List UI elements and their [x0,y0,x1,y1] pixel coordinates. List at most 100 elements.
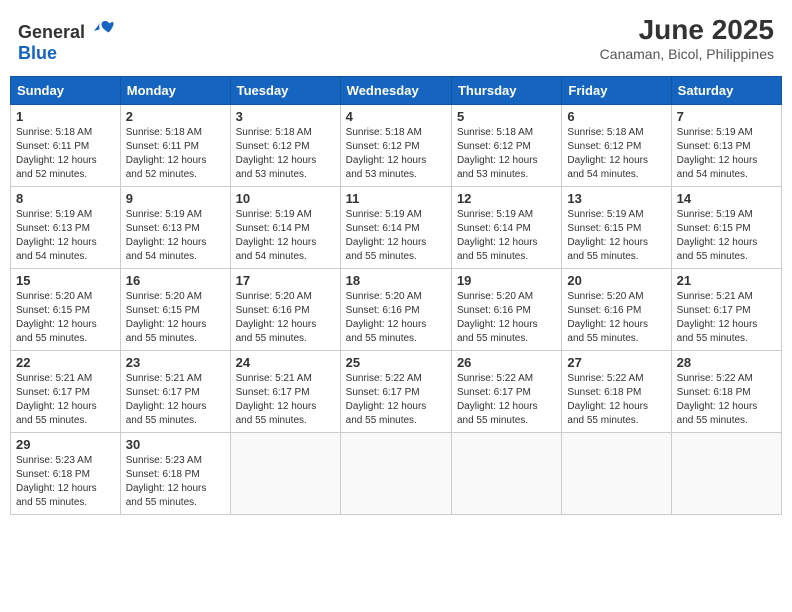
weekday-monday: Monday [120,77,230,105]
day-info: Sunrise: 5:22 AMSunset: 6:18 PMDaylight:… [677,372,776,428]
day-info: Sunrise: 5:18 AMSunset: 6:12 PMDaylight:… [346,126,446,182]
calendar-cell [340,433,451,515]
calendar-cell: 15 Sunrise: 5:20 AMSunset: 6:15 PMDayligh… [11,269,121,351]
day-number: 29 [16,437,115,452]
day-number: 17 [236,273,335,288]
day-number: 10 [236,191,335,206]
logo-text: General Blue [18,14,116,64]
day-info: Sunrise: 5:19 AMSunset: 6:14 PMDaylight:… [346,208,446,264]
weekday-sunday: Sunday [11,77,121,105]
day-number: 27 [567,355,665,370]
day-number: 3 [236,109,335,124]
calendar-cell: 4Sunrise: 5:18 AMSunset: 6:12 PMDaylight… [340,105,451,187]
day-info: Sunrise: 5:22 AMSunset: 6:17 PMDaylight:… [346,372,446,428]
calendar-cell: 30 Sunrise: 5:23 AMSunset: 6:18 PMDayligh… [120,433,230,515]
day-number: 5 [457,109,556,124]
day-info: Sunrise: 5:23 AMSunset: 6:18 PMDaylight:… [16,454,115,510]
day-info: Sunrise: 5:19 AMSunset: 6:13 PMDaylight:… [16,208,115,264]
page-header: General Blue June 2025 Canaman, Bicol, P… [10,10,782,68]
logo: General Blue [18,14,116,64]
day-info: Sunrise: 5:20 AMSunset: 6:16 PMDaylight:… [567,290,665,346]
day-number: 1 [16,109,115,124]
calendar-cell: 29 Sunrise: 5:23 AMSunset: 6:18 PMDayligh… [11,433,121,515]
calendar-cell: 24 Sunrise: 5:21 AMSunset: 6:17 PMDayligh… [230,351,340,433]
day-number: 26 [457,355,556,370]
logo-blue: Blue [18,43,57,63]
calendar-cell: 20 Sunrise: 5:20 AMSunset: 6:16 PMDayligh… [562,269,671,351]
day-number: 13 [567,191,665,206]
month-title: June 2025 [600,14,774,46]
day-number: 19 [457,273,556,288]
week-row-5: 29 Sunrise: 5:23 AMSunset: 6:18 PMDayligh… [11,433,782,515]
day-number: 9 [126,191,225,206]
weekday-thursday: Thursday [451,77,561,105]
calendar-cell: 7Sunrise: 5:19 AMSunset: 6:13 PMDaylight… [671,105,781,187]
day-info: Sunrise: 5:23 AMSunset: 6:18 PMDaylight:… [126,454,225,510]
day-number: 30 [126,437,225,452]
day-number: 2 [126,109,225,124]
calendar-cell: 6 Sunrise: 5:18 AMSunset: 6:12 PMDaylight… [562,105,671,187]
calendar-cell [230,433,340,515]
calendar-body: 1 Sunrise: 5:18 AMSunset: 6:11 PMDaylight… [11,105,782,515]
calendar-cell: 23Sunrise: 5:21 AMSunset: 6:17 PMDayligh… [120,351,230,433]
calendar-cell: 28 Sunrise: 5:22 AMSunset: 6:18 PMDayligh… [671,351,781,433]
day-info: Sunrise: 5:22 AMSunset: 6:17 PMDaylight:… [457,372,556,428]
day-number: 21 [677,273,776,288]
calendar-cell: 14 Sunrise: 5:19 AMSunset: 6:15 PMDayligh… [671,187,781,269]
day-number: 23 [126,355,225,370]
day-info: Sunrise: 5:20 AMSunset: 6:15 PMDaylight:… [126,290,225,346]
day-number: 7 [677,109,776,124]
day-number: 22 [16,355,115,370]
calendar-cell [562,433,671,515]
day-info: Sunrise: 5:22 AMSunset: 6:18 PMDaylight:… [567,372,665,428]
calendar-cell: 10Sunrise: 5:19 AMSunset: 6:14 PMDayligh… [230,187,340,269]
day-number: 11 [346,191,446,206]
weekday-tuesday: Tuesday [230,77,340,105]
logo-general: General [18,22,85,42]
day-info: Sunrise: 5:20 AMSunset: 6:15 PMDaylight:… [16,290,115,346]
day-number: 20 [567,273,665,288]
day-info: Sunrise: 5:20 AMSunset: 6:16 PMDaylight:… [236,290,335,346]
calendar-cell [451,433,561,515]
calendar-cell: 18 Sunrise: 5:20 AMSunset: 6:16 PMDayligh… [340,269,451,351]
day-info: Sunrise: 5:18 AMSunset: 6:11 PMDaylight:… [126,126,225,182]
week-row-1: 1 Sunrise: 5:18 AMSunset: 6:11 PMDaylight… [11,105,782,187]
weekday-wednesday: Wednesday [340,77,451,105]
day-number: 14 [677,191,776,206]
calendar-cell [671,433,781,515]
weekday-friday: Friday [562,77,671,105]
calendar-cell: 25 Sunrise: 5:22 AMSunset: 6:17 PMDayligh… [340,351,451,433]
day-info: Sunrise: 5:21 AMSunset: 6:17 PMDaylight:… [677,290,776,346]
week-row-2: 8 Sunrise: 5:19 AMSunset: 6:13 PMDaylight… [11,187,782,269]
title-area: June 2025 Canaman, Bicol, Philippines [600,14,774,62]
day-number: 6 [567,109,665,124]
calendar-table: SundayMondayTuesdayWednesdayThursdayFrid… [10,76,782,515]
day-info: Sunrise: 5:18 AMSunset: 6:11 PMDaylight:… [16,126,115,182]
day-info: Sunrise: 5:18 AMSunset: 6:12 PMDaylight:… [567,126,665,182]
calendar-cell: 13 Sunrise: 5:19 AMSunset: 6:15 PMDayligh… [562,187,671,269]
calendar-cell: 8 Sunrise: 5:19 AMSunset: 6:13 PMDaylight… [11,187,121,269]
calendar-cell: 17 Sunrise: 5:20 AMSunset: 6:16 PMDayligh… [230,269,340,351]
day-number: 28 [677,355,776,370]
logo-bird-icon [92,14,116,38]
calendar-cell: 16Sunrise: 5:20 AMSunset: 6:15 PMDayligh… [120,269,230,351]
day-number: 24 [236,355,335,370]
calendar-cell: 2 Sunrise: 5:18 AMSunset: 6:11 PMDaylight… [120,105,230,187]
day-number: 8 [16,191,115,206]
day-number: 15 [16,273,115,288]
weekday-header-row: SundayMondayTuesdayWednesdayThursdayFrid… [11,77,782,105]
day-info: Sunrise: 5:19 AMSunset: 6:15 PMDaylight:… [677,208,776,264]
day-info: Sunrise: 5:19 AMSunset: 6:14 PMDaylight:… [457,208,556,264]
calendar-cell: 5Sunrise: 5:18 AMSunset: 6:12 PMDaylight… [451,105,561,187]
week-row-3: 15 Sunrise: 5:20 AMSunset: 6:15 PMDayligh… [11,269,782,351]
calendar-cell: 3 Sunrise: 5:18 AMSunset: 6:12 PMDaylight… [230,105,340,187]
day-number: 18 [346,273,446,288]
day-info: Sunrise: 5:19 AMSunset: 6:15 PMDaylight:… [567,208,665,264]
day-number: 12 [457,191,556,206]
calendar-cell: 22Sunrise: 5:21 AMSunset: 6:17 PMDayligh… [11,351,121,433]
day-number: 25 [346,355,446,370]
day-info: Sunrise: 5:20 AMSunset: 6:16 PMDaylight:… [346,290,446,346]
day-info: Sunrise: 5:18 AMSunset: 6:12 PMDaylight:… [236,126,335,182]
day-info: Sunrise: 5:19 AMSunset: 6:13 PMDaylight:… [126,208,225,264]
day-info: Sunrise: 5:21 AMSunset: 6:17 PMDaylight:… [236,372,335,428]
